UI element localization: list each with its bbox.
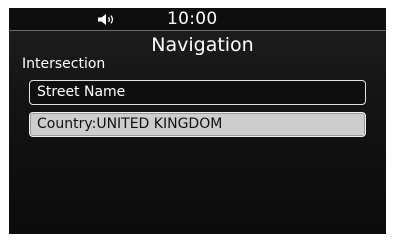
- street-name-field[interactable]: Street Name: [29, 80, 366, 105]
- section-label: Intersection: [22, 56, 106, 72]
- status-bar: 10:00: [9, 8, 386, 31]
- country-field[interactable]: Country:UNITED KINGDOM: [29, 112, 366, 137]
- speaker-volume-icon[interactable]: [97, 13, 117, 26]
- head-unit-screen: 10:00 Navigation Intersection Street Nam…: [9, 8, 386, 234]
- clock-time: 10:00: [167, 9, 218, 29]
- page-title: Navigation: [151, 34, 254, 56]
